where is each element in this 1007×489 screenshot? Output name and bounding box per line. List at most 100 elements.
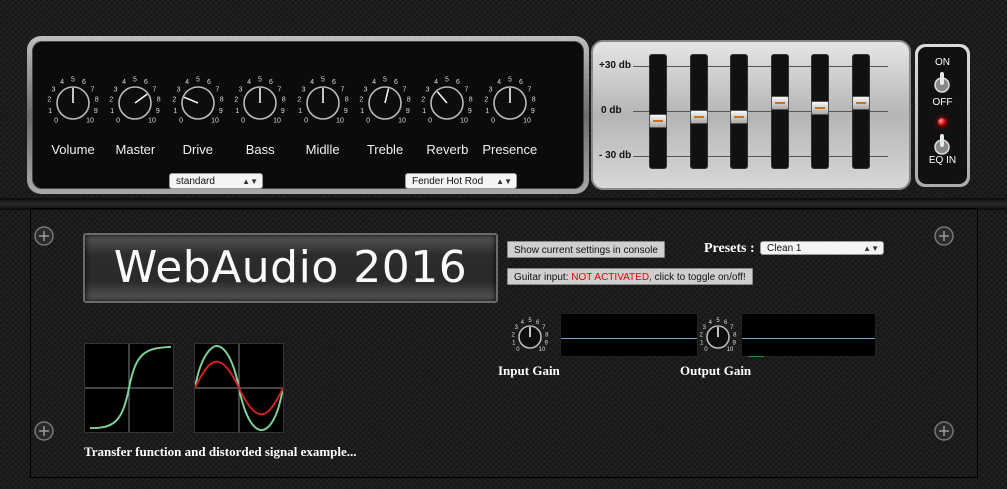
eq-slider-handle[interactable] [730, 109, 748, 124]
dial-tick-label: 3 [239, 86, 243, 93]
dial-tick-label: 4 [123, 79, 127, 86]
screw-icon [934, 226, 954, 246]
dial-tick-label: 4 [60, 79, 64, 86]
dial-tick-label: 8 [157, 97, 161, 104]
knob-master[interactable]: 0 1 2 3 4 5 6 7 8 9 10 Master [103, 72, 167, 172]
dial-tick-label: 3 [301, 86, 305, 93]
dial-tick-label: 10 [148, 117, 156, 124]
dial-tick-label: 1 [360, 108, 364, 115]
eq-band-slider[interactable] [851, 54, 870, 169]
guitar-input-toggle-button[interactable]: Guitar input: NOT ACTIVATED, click to to… [507, 268, 753, 285]
eq-slider-handle[interactable] [689, 109, 708, 124]
dial-tick-label: 0 [241, 117, 245, 124]
dial-icon: 01 234 5 678 910 [47, 76, 98, 124]
control-panel-inner: 0 1 2 3 4 5 6 7 8 9 10 Volume 0 1 2 3 4 5 6 7 8 9 10 Master 0 1 2 3… [32, 41, 584, 189]
dial-tick-label: 4 [709, 320, 713, 326]
dial-tick-label: 7 [402, 86, 406, 93]
dial-tick-label: 8 [220, 97, 224, 104]
dial-tick-label: 10 [523, 117, 531, 124]
dial-tick-label: 1 [173, 108, 177, 115]
dial-tick-label: 9 [732, 340, 736, 346]
select-arrows-icon: ▲▼ [863, 244, 879, 253]
dial-tick-label: 8 [733, 332, 737, 338]
input-gain-meter [560, 313, 698, 357]
dial-tick-label: 2 [235, 97, 239, 104]
dial-tick-label: 2 [297, 97, 301, 104]
dial-tick-label: 10 [86, 117, 94, 124]
dial-tick-label: 3 [176, 86, 180, 93]
dial-tick-label: 0 [179, 117, 183, 124]
eq-slider-handle[interactable] [851, 96, 870, 110]
dial-tick-label: 2 [359, 97, 363, 104]
dial-tick-label: 6 [207, 79, 211, 86]
dial-tick-label: 2 [110, 97, 114, 104]
dial-tick-label: 8 [545, 332, 549, 338]
knob-midlle[interactable]: 0 1 2 3 4 5 6 7 8 9 10 Midlle [291, 72, 355, 172]
dial-tick-label: 3 [52, 86, 56, 93]
dial-tick-label: 10 [539, 347, 546, 353]
knob-row: 0 1 2 3 4 5 6 7 8 9 10 Volume 0 1 2 3 4 5 6 7 8 9 10 Master 0 1 2 3… [41, 72, 581, 172]
knob-volume[interactable]: 0 1 2 3 4 5 6 7 8 9 10 Volume [41, 72, 105, 172]
dial-tick-label: 1 [298, 108, 302, 115]
dial-tick-label: 9 [94, 108, 98, 115]
eq-band-slider[interactable] [689, 54, 708, 169]
knob-treble[interactable]: 0 1 2 3 4 5 6 7 8 9 10 Treble [353, 72, 417, 172]
dial-tick-label: 10 [336, 117, 344, 124]
dial-tick-label: 9 [544, 340, 548, 346]
dial-tick-label: 0 [304, 117, 308, 124]
dial-tick-label: 6 [82, 79, 86, 86]
knob-drive[interactable]: 0 1 2 3 4 5 6 7 8 9 10 Drive [166, 72, 230, 172]
dial-tick-label: 1 [423, 108, 427, 115]
dial-tick-label: 5 [321, 76, 325, 83]
dial-tick-label: 5 [383, 76, 387, 83]
dial-tick-label: 6 [332, 79, 336, 86]
dial-tick-label: 5 [196, 76, 200, 83]
eq-band-slider[interactable] [649, 54, 667, 169]
eq-band-slider[interactable] [770, 54, 789, 169]
dial-tick-label: 6 [394, 79, 398, 86]
eq-band-slider[interactable] [811, 54, 829, 169]
input-gain-meter-line [561, 338, 697, 339]
amp-model-select[interactable]: standard ▲▼ [169, 173, 263, 189]
graph-caption: Transfer function and distorded signal e… [84, 444, 357, 459]
power-led-indicator [938, 118, 946, 126]
dial-tick-label: 7 [278, 86, 282, 93]
equalizer-panel: +30 db 0 db - 30 db [591, 40, 911, 190]
dial-icon: 01 234 5 678 910 [235, 76, 286, 124]
eq-slider-handle[interactable] [811, 100, 829, 115]
power-toggle-switch[interactable] [932, 71, 952, 93]
dial-tick-label: 10 [211, 117, 219, 124]
knob-label: Presence [482, 142, 538, 157]
knob-bass[interactable]: 0 1 2 3 4 5 6 7 8 9 10 Bass [228, 72, 292, 172]
eq-slider-handle[interactable] [649, 114, 667, 128]
dial-tick-label: 3 [114, 86, 118, 93]
dial-tick-label: 9 [531, 108, 535, 115]
dial-tick-label: 0 [54, 117, 58, 124]
dial-tick-label: 8 [344, 97, 348, 104]
presets-select[interactable]: Clean 1 ▲▼ [760, 241, 884, 255]
power-panel: ON OFF EQ IN [915, 44, 970, 187]
eq-label-bottom: - 30 db [599, 150, 632, 161]
dial-tick-label: 5 [71, 76, 75, 83]
input-gain-knob[interactable]: 01 234 5 678 910 [507, 315, 553, 361]
cabinet-select[interactable]: Fender Hot Rod ▲▼ [405, 173, 517, 189]
eq-in-toggle-switch[interactable] [932, 133, 952, 155]
dial-tick-label: 7 [730, 325, 734, 331]
dial-tick-label: 4 [310, 79, 314, 86]
dial-tick-label: 10 [460, 117, 468, 124]
knob-presence[interactable]: 0 1 2 3 4 5 6 7 8 9 10 Presence [478, 72, 542, 172]
dial-tick-label: 7 [153, 86, 157, 93]
select-arrows-icon: ▲▼ [496, 177, 512, 186]
eq-band-slider[interactable] [730, 54, 748, 169]
dial-tick-label: 0 [516, 347, 520, 353]
dial-tick-label: 4 [435, 79, 439, 86]
output-gain-knob[interactable]: 01 234 5 678 910 [695, 315, 741, 361]
amp-body: 0 1 2 3 4 5 6 7 8 9 10 Volume 0 1 2 3 4 5 6 7 8 9 10 Master 0 1 2 3… [0, 0, 1007, 489]
dial-icon: 01 234 5 678 910 [422, 76, 473, 124]
eq-slider-handle[interactable] [770, 96, 789, 110]
dial-tick-label: 8 [282, 97, 286, 104]
knob-reverb[interactable]: 0 1 2 3 4 5 6 7 8 9 10 Reverb [415, 72, 479, 172]
show-settings-button[interactable]: Show current settings in console [507, 241, 665, 258]
dial-tick-label: 4 [185, 79, 189, 86]
dial-tick-label: 3 [515, 325, 519, 331]
